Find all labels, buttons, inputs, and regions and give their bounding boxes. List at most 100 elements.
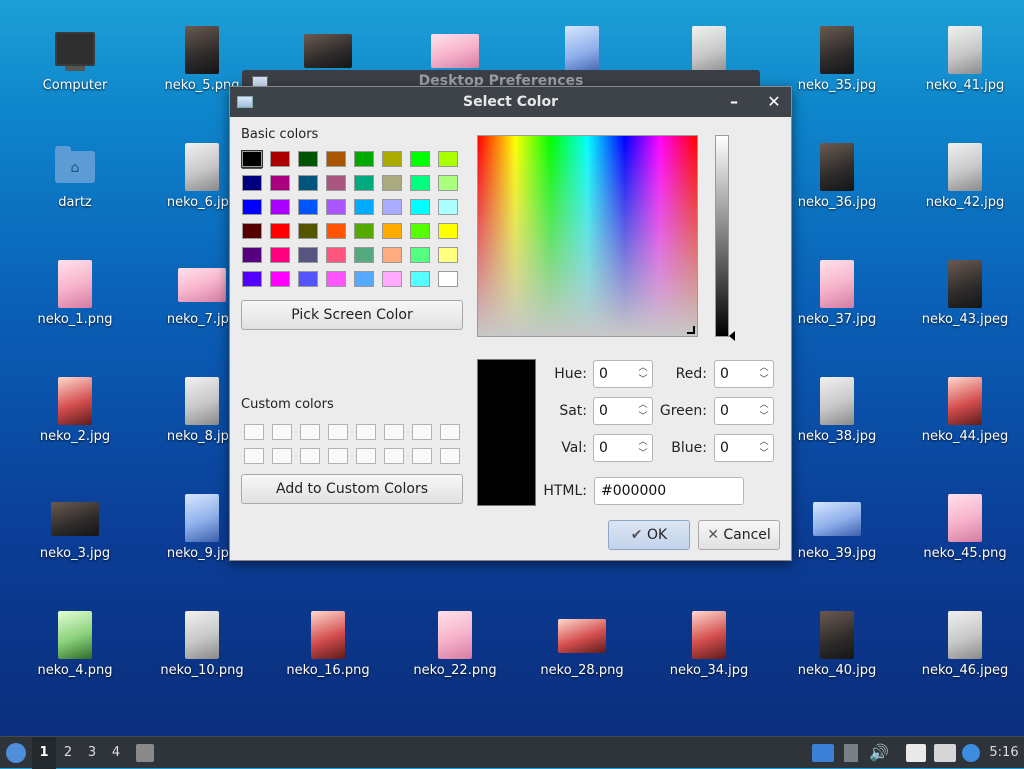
home-folder-desktop-icon[interactable]: ⌂ dartz [20,125,130,225]
custom-color-swatch[interactable] [356,424,376,440]
image-file-desktop-icon[interactable]: neko_44.jpeg [910,359,1020,459]
basic-color-swatch[interactable] [354,151,374,167]
image-file-desktop-icon[interactable]: neko_38.jpg [782,359,892,459]
basic-color-swatch[interactable] [270,175,290,191]
basic-color-swatch[interactable] [270,271,290,287]
basic-color-swatch[interactable] [410,175,430,191]
custom-color-swatch[interactable] [440,424,460,440]
ok-button[interactable]: ✔ OK [608,520,690,550]
spinbox-arrows-icon[interactable]: ︿ ﹀ [757,362,771,386]
custom-color-swatch[interactable] [300,448,320,464]
image-file-desktop-icon[interactable]: neko_46.jpeg [910,593,1020,693]
basic-color-swatch[interactable] [410,271,430,287]
basic-color-swatch[interactable] [326,271,346,287]
notification-icon[interactable] [962,744,980,762]
custom-color-swatch[interactable] [272,448,292,464]
html-color-field[interactable]: #000000 [594,477,744,505]
custom-color-swatch[interactable] [440,448,460,464]
basic-color-swatch[interactable] [354,271,374,287]
basic-color-swatch[interactable] [438,175,458,191]
basic-color-swatch[interactable] [438,271,458,287]
basic-color-swatch[interactable] [270,151,290,167]
basic-color-swatch[interactable] [242,175,262,191]
basic-color-swatch[interactable] [298,151,318,167]
spinbox-arrows-icon[interactable]: ︿ ﹀ [757,436,771,460]
network-icon[interactable] [934,744,956,762]
spinbox-arrows-icon[interactable]: ︿ ﹀ [757,399,771,423]
basic-color-swatch[interactable] [241,150,263,168]
red-spinbox[interactable]: 0 ︿ ﹀ [714,360,774,388]
image-file-desktop-icon[interactable]: neko_3.jpg [20,476,130,576]
basic-color-swatch[interactable] [298,247,318,263]
start-menu-button[interactable] [0,737,32,769]
basic-color-swatch[interactable] [326,151,346,167]
cancel-button[interactable]: ✕ Cancel [698,520,780,550]
custom-color-swatch[interactable] [356,448,376,464]
basic-color-swatch[interactable] [242,223,262,239]
image-file-desktop-icon[interactable]: neko_39.jpg [782,476,892,576]
val-spinbox[interactable]: 0 ︿ ﹀ [593,434,653,462]
basic-color-swatch[interactable] [326,223,346,239]
basic-color-swatch[interactable] [354,199,374,215]
hue-spinbox[interactable]: 0 ︿ ﹀ [593,360,653,388]
image-file-desktop-icon[interactable]: neko_2.jpg [20,359,130,459]
basic-color-swatch[interactable] [382,247,402,263]
eject-icon[interactable] [844,744,858,762]
image-file-desktop-icon[interactable]: neko_35.jpg [782,8,892,108]
blue-spinbox[interactable]: 0 ︿ ﹀ [714,434,774,462]
color-spectrum-picker[interactable] [477,135,698,337]
image-file-desktop-icon[interactable]: neko_1.png [20,242,130,342]
basic-color-swatch[interactable] [410,223,430,239]
image-file-desktop-icon[interactable]: neko_43.jpeg [910,242,1020,342]
image-file-desktop-icon[interactable]: neko_40.jpg [782,593,892,693]
basic-color-swatch[interactable] [270,247,290,263]
basic-color-swatch[interactable] [382,199,402,215]
basic-color-swatch[interactable] [298,271,318,287]
workspace-1[interactable]: 1 [32,737,56,769]
basic-color-swatch[interactable] [242,271,262,287]
basic-color-swatch[interactable] [382,151,402,167]
basic-color-swatch[interactable] [438,151,458,167]
close-icon[interactable]: ✕ [759,87,789,117]
custom-color-swatch[interactable] [300,424,320,440]
image-file-desktop-icon[interactable]: neko_45.png [910,476,1020,576]
custom-color-swatch[interactable] [272,424,292,440]
basic-color-swatch[interactable] [354,175,374,191]
workspace-3[interactable]: 3 [80,737,104,769]
basic-color-swatch[interactable] [410,151,430,167]
pick-screen-color-button[interactable]: Pick Screen Color [241,300,463,330]
basic-color-swatch[interactable] [326,247,346,263]
custom-color-swatch[interactable] [412,424,432,440]
image-file-desktop-icon[interactable]: neko_22.png [400,593,510,693]
custom-color-swatch[interactable] [244,424,264,440]
add-to-custom-colors-button[interactable]: Add to Custom Colors [241,474,463,504]
minimize-icon[interactable]: – [719,87,749,117]
clipboard-icon[interactable] [906,744,926,762]
image-file-desktop-icon[interactable]: neko_34.jpg [654,593,764,693]
image-file-desktop-icon[interactable]: neko_16.png [273,593,383,693]
sat-spinbox[interactable]: 0 ︿ ﹀ [593,397,653,425]
custom-color-swatch[interactable] [384,424,404,440]
workspace-2[interactable]: 2 [56,737,80,769]
basic-color-swatch[interactable] [438,247,458,263]
basic-color-swatch[interactable] [382,271,402,287]
image-file-desktop-icon[interactable]: neko_4.png [20,593,130,693]
workspace-4[interactable]: 4 [104,737,128,769]
dialog-titlebar[interactable]: Select Color – ✕ [230,87,791,117]
basic-color-swatch[interactable] [438,223,458,239]
image-file-desktop-icon[interactable]: neko_36.jpg [782,125,892,225]
custom-color-swatch[interactable] [328,448,348,464]
basic-color-swatch[interactable] [382,175,402,191]
clock[interactable]: 5:16 [984,737,1024,769]
computer-desktop-icon[interactable]: Computer [20,8,130,108]
basic-color-swatch[interactable] [354,247,374,263]
luminance-slider[interactable] [715,135,729,337]
custom-color-swatch[interactable] [412,448,432,464]
green-spinbox[interactable]: 0 ︿ ﹀ [714,397,774,425]
basic-color-swatch[interactable] [298,175,318,191]
basic-color-swatch[interactable] [242,199,262,215]
basic-color-swatch[interactable] [326,175,346,191]
luminance-slider-arrow-icon[interactable] [729,331,735,341]
basic-color-swatch[interactable] [410,247,430,263]
basic-color-swatch[interactable] [382,223,402,239]
